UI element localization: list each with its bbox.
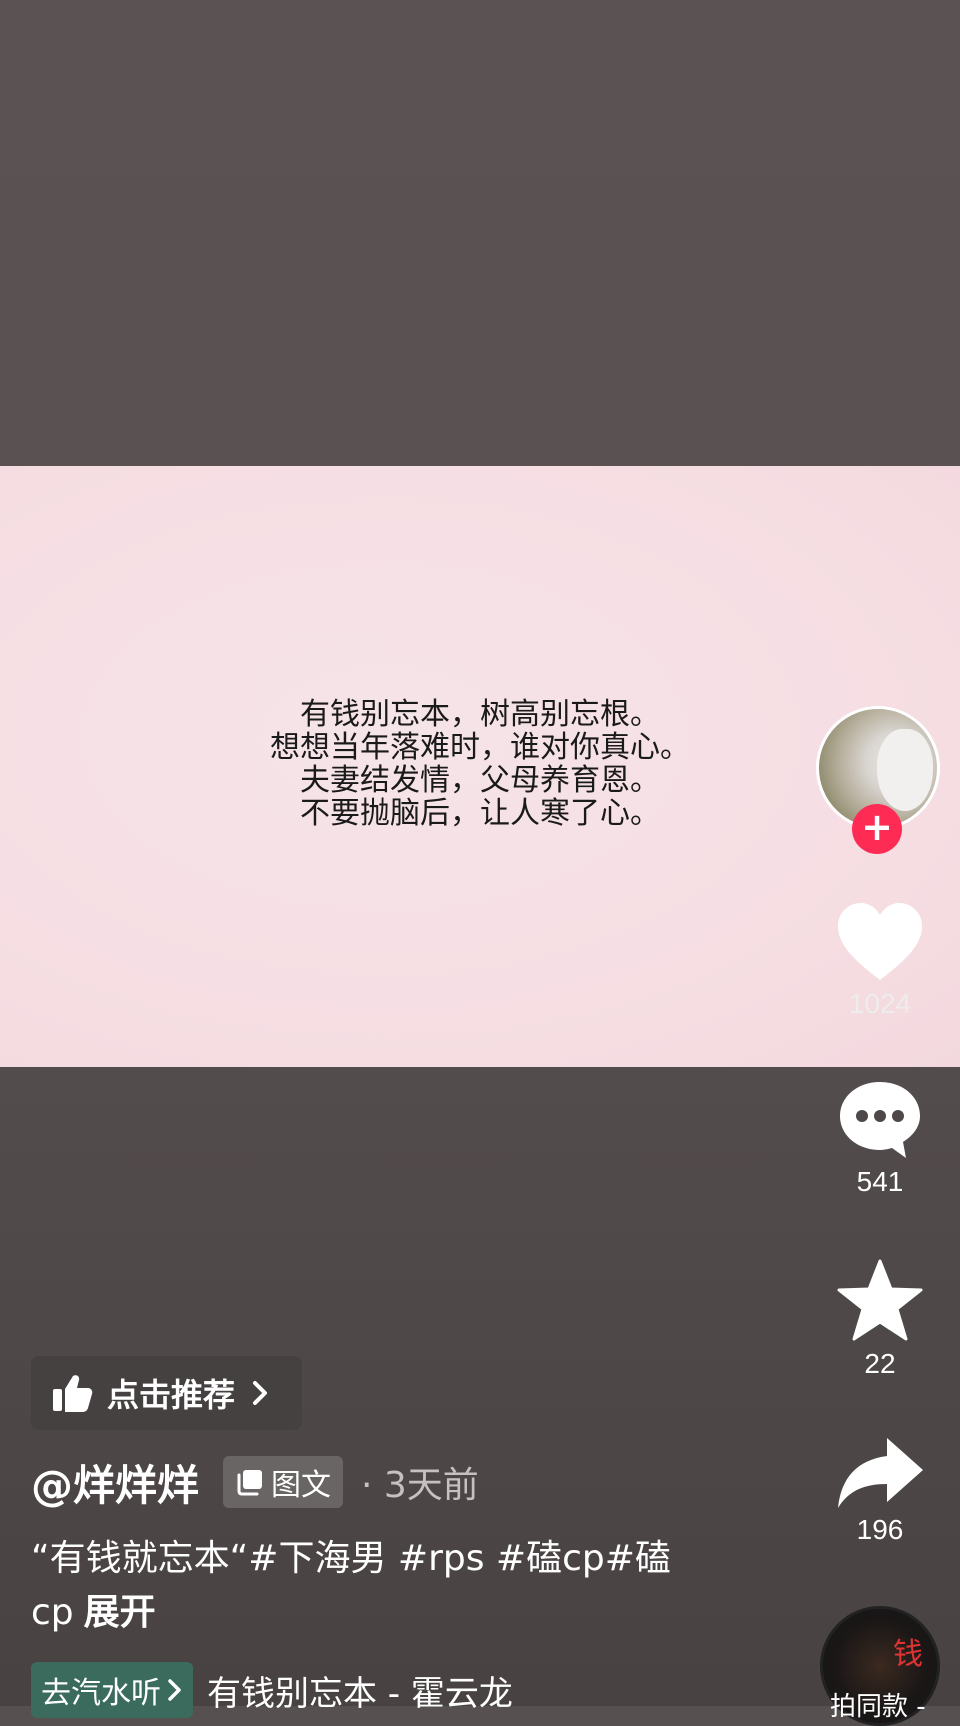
favorite-button[interactable]: 22 (820, 1258, 940, 1380)
recommend-label: 点击推荐 (107, 1376, 236, 1414)
author-name[interactable]: @烊烊烊 (31, 1452, 199, 1513)
go-listen-label: 去汽水听 (41, 1676, 161, 1711)
song-title[interactable]: 有钱别忘本 - 霍云龙 (207, 1666, 513, 1715)
heart-icon (838, 903, 922, 980)
post-meta: @烊烊烊 图文 · 3天前 (31, 1452, 479, 1512)
background-top (0, 0, 960, 466)
use-sound-label[interactable]: 拍同款 - (830, 1686, 926, 1723)
share-arrow-icon (838, 1438, 923, 1508)
like-button[interactable]: 1024 (820, 900, 940, 1020)
share-count: 196 (856, 1514, 904, 1545)
chevron-right-icon (168, 1679, 181, 1701)
share-button[interactable]: 196 (820, 1434, 940, 1546)
favorite-count: 22 (864, 1348, 896, 1379)
author-avatar-wrap[interactable]: + (816, 706, 940, 854)
recommend-button[interactable]: 点击推荐 (31, 1356, 302, 1430)
post-description: “有钱就忘本“#下海男 #rps #磕cp#磕cp 展开 (31, 1532, 711, 1640)
comment-count: 541 (856, 1166, 904, 1197)
avatar-face (877, 729, 933, 811)
music-row: 去汽水听 有钱别忘本 - 霍云龙 (31, 1662, 513, 1718)
post-type-badge: 图文 (223, 1456, 344, 1508)
chevron-right-icon (253, 1381, 268, 1405)
photo-stack-icon (237, 1470, 263, 1496)
follow-button[interactable]: + (852, 804, 902, 854)
go-listen-button[interactable]: 去汽水听 (31, 1662, 193, 1718)
comment-icon (840, 1082, 920, 1158)
thumbs-up-icon (53, 1375, 93, 1412)
post-type-label: 图文 (271, 1468, 332, 1503)
expand-link[interactable]: 展开 (84, 1592, 156, 1633)
post-time: · 3天前 (361, 1465, 479, 1506)
star-icon (837, 1259, 923, 1341)
like-count: 1024 (848, 988, 912, 1019)
music-disc-glyph: 钱 (893, 1637, 923, 1672)
comment-button[interactable]: 541 (820, 1078, 940, 1198)
